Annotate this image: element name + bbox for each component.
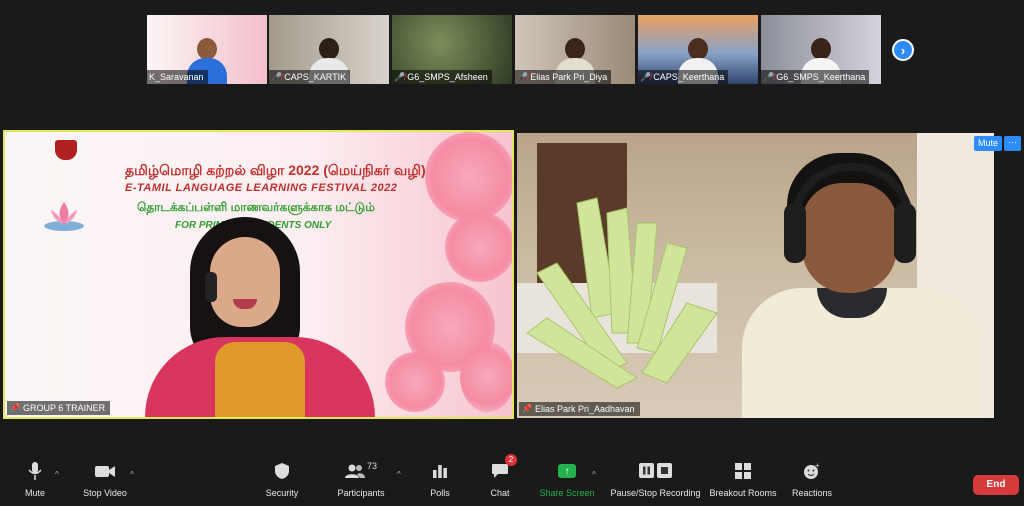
chat-button[interactable]: 2 Chat: [485, 454, 517, 506]
stop-video-button[interactable]: Stop Video: [80, 458, 130, 506]
video-options-caret-icon[interactable]: ^: [130, 470, 134, 479]
thumbnail-name: 🎤̸ CAPS_KARTIK: [269, 70, 351, 84]
chat-bubble-icon: 2: [491, 454, 517, 484]
banner-subtitle-tamil: தொடக்கப்பள்ளி மாணவர்களுக்காக மட்டும்: [137, 200, 375, 214]
thumbnail-tile[interactable]: 🎤̸ G6_SMPS_Keerthana: [761, 15, 881, 84]
polls-button[interactable]: Polls: [425, 458, 455, 506]
video-tile-student[interactable]: 📌 Elias Park Pri_Aadhavan: [517, 133, 994, 418]
tile-name-label: 📌 Elias Park Pri_Aadhavan: [519, 402, 640, 416]
mute-options-caret-icon[interactable]: ^: [55, 470, 59, 479]
share-screen-button[interactable]: ↑ Share Screen: [538, 458, 596, 506]
thumbnail-name: 🎤̸ Elias Park Pri_Diya: [515, 70, 612, 84]
share-screen-icon: ↑: [558, 458, 576, 484]
recording-button[interactable]: Pause/Stop Recording: [608, 458, 703, 506]
breakout-rooms-button[interactable]: Breakout Rooms: [709, 458, 777, 506]
participants-button[interactable]: 73 Participants: [336, 458, 386, 506]
palm-leaf-weaving: [526, 197, 718, 389]
flower-decoration: [445, 212, 512, 282]
more-options-button[interactable]: ···: [1004, 136, 1021, 151]
thumbnail-tile[interactable]: K_Saravanan: [147, 15, 267, 84]
trainer-video: [135, 217, 385, 417]
flower-decoration: [425, 132, 512, 222]
flower-decoration: [385, 352, 445, 412]
chat-unread-badge: 2: [505, 454, 517, 466]
end-meeting-button[interactable]: End: [973, 475, 1019, 495]
student-video: [732, 143, 982, 418]
smiley-add-icon: +: [803, 458, 821, 484]
shield-icon: [274, 458, 290, 484]
microphone-icon: [28, 458, 42, 484]
meeting-toolbar: Mute ^ Stop Video ^ Security 73 Particip…: [0, 454, 1024, 506]
pin-icon: 📌: [522, 404, 532, 413]
banner-title-english: E-TAMIL LANGUAGE LEARNING FESTIVAL 2022: [125, 182, 398, 194]
flower-decoration: [460, 342, 512, 412]
participant-mute-button[interactable]: Mute: [974, 136, 1003, 151]
pause-stop-icon: [638, 458, 673, 484]
bar-chart-icon: [432, 458, 448, 484]
next-page-arrow-icon[interactable]: ›: [892, 39, 914, 61]
participants-icon: 73: [344, 458, 377, 484]
thumbnail-tile[interactable]: 🎤̸ Elias Park Pri_Diya: [515, 15, 635, 84]
mute-button[interactable]: Mute: [20, 458, 50, 506]
share-options-caret-icon[interactable]: ^: [592, 470, 596, 479]
mic-muted-icon: 🎤̸: [640, 72, 652, 82]
lotus-icon: [43, 198, 85, 232]
tile-name-label: 📌 GROUP 6 TRAINER: [7, 401, 111, 415]
reactions-button[interactable]: + Reactions: [790, 458, 834, 506]
thumbnail-name: 🎤̸ G6_SMPS_Afsheen: [392, 70, 492, 84]
thumbnail-tile[interactable]: 🎤̸ CAPS_Keerthana: [638, 15, 758, 84]
thumbnail-tile[interactable]: 🎤̸ CAPS_KARTIK: [269, 15, 389, 84]
thumbnail-name: 🎤̸ CAPS_Keerthana: [638, 70, 729, 84]
mic-muted-icon: 🎤̸: [271, 72, 283, 82]
participants-options-caret-icon[interactable]: ^: [397, 470, 401, 479]
mic-muted-icon: 🎤̸: [394, 72, 406, 82]
mic-muted-icon: 🎤̸: [763, 72, 775, 82]
video-tile-trainer[interactable]: தமிழ்மொழி கற்றல் விழா 2022 (மெய்நிகர் வழ…: [3, 130, 514, 419]
security-button[interactable]: Security: [262, 458, 302, 506]
pin-icon: 📌: [10, 403, 20, 412]
school-logo: [19, 140, 111, 250]
thumbnail-name: 🎤̸ G6_SMPS_Keerthana: [761, 70, 870, 84]
grid-icon: [735, 458, 751, 484]
video-camera-icon: [94, 458, 116, 484]
thumbnail-name: K_Saravanan: [147, 70, 208, 84]
mic-muted-icon: 🎤̸: [517, 72, 529, 82]
svg-text:+: +: [815, 462, 820, 470]
thumbnail-tile[interactable]: 🎤̸ G6_SMPS_Afsheen: [392, 15, 512, 84]
banner-title-tamil: தமிழ்மொழி கற்றல் விழா 2022 (மெய்நிகர் வழ…: [125, 162, 426, 178]
